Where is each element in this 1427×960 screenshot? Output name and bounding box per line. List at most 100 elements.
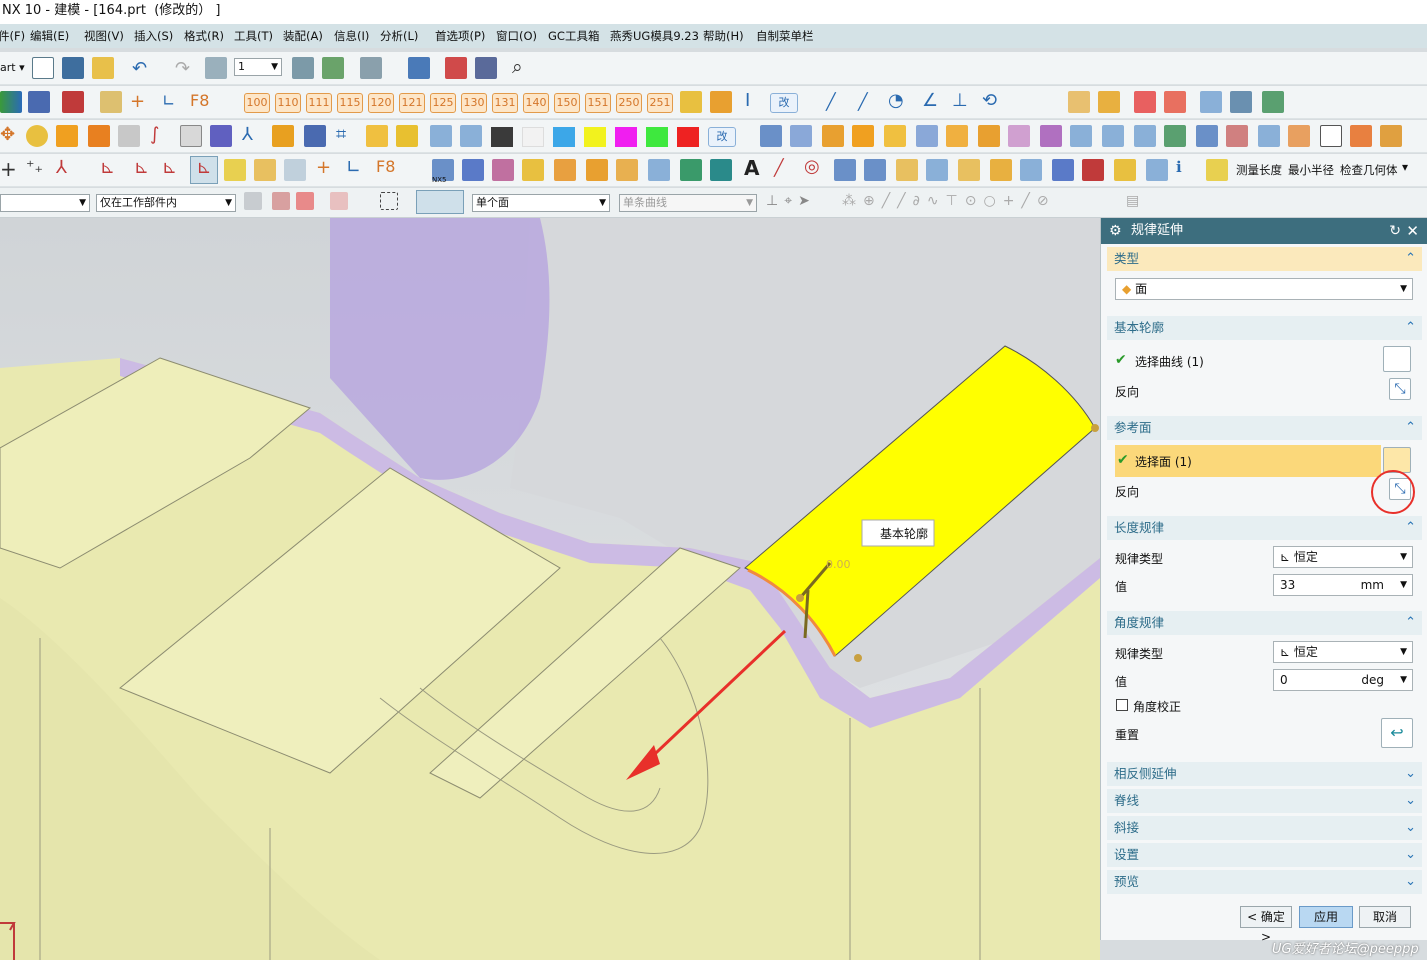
ok-button[interactable]: < 确定 > — [1240, 906, 1292, 944]
bulb-icon[interactable] — [680, 91, 702, 113]
point-set-icon[interactable]: ⁺₊ — [26, 157, 43, 176]
open-folder-icon[interactable] — [92, 57, 114, 79]
grid4-icon[interactable] — [1164, 125, 1186, 147]
snap-grid-icon[interactable]: ▤ — [1126, 193, 1139, 209]
ruler-icon[interactable] — [224, 159, 246, 181]
extrude-icon[interactable] — [822, 125, 844, 147]
measure-icon[interactable] — [1206, 159, 1228, 181]
spine-section-header[interactable]: 脊线 ⌄ — [1107, 789, 1422, 813]
cube5-icon[interactable] — [958, 159, 980, 181]
min-radius-button[interactable]: 最小半径 — [1288, 162, 1334, 178]
color-black-swatch[interactable] — [491, 127, 513, 147]
menu-assembly[interactable]: 装配(A) — [283, 28, 323, 44]
tool2-icon[interactable] — [1380, 125, 1402, 147]
check-geometry-button[interactable]: 检查几何体 — [1340, 162, 1398, 178]
cylinder-icon[interactable] — [790, 125, 812, 147]
boundary-icon[interactable]: ⌗ — [336, 124, 346, 145]
grid5-icon[interactable] — [1196, 125, 1218, 147]
camera2-icon[interactable] — [460, 125, 482, 147]
layer-125-button[interactable]: 125 — [430, 93, 456, 113]
layer-121-button[interactable]: 121 — [399, 93, 425, 113]
model-view[interactable]: 0.00 基本轮廓 — [0, 218, 1100, 960]
book2-icon[interactable] — [834, 159, 856, 181]
layer-250-button[interactable]: 250 — [616, 93, 642, 113]
menu-preferences[interactable]: 首选项(P) — [435, 28, 485, 44]
color-red-swatch[interactable] — [677, 127, 699, 147]
block-blue-icon[interactable] — [462, 159, 484, 181]
angle-unit[interactable]: deg — [1361, 670, 1384, 690]
bulb-all-icon[interactable] — [710, 91, 732, 113]
color-white-swatch[interactable] — [522, 127, 544, 147]
csys-z-icon[interactable]: ⊾ — [162, 157, 177, 178]
grid6-icon[interactable] — [1226, 125, 1248, 147]
layer-move-icon[interactable] — [292, 57, 314, 79]
grid7-icon[interactable] — [1258, 125, 1280, 147]
cube8-icon[interactable] — [1082, 159, 1104, 181]
menu-format[interactable]: 格式(R) — [184, 28, 224, 44]
circle-red-icon[interactable]: ◎ — [804, 156, 820, 177]
component-icon[interactable] — [1262, 91, 1284, 113]
box-icon[interactable] — [366, 125, 388, 147]
datum-icon[interactable]: ⊥ — [952, 90, 968, 111]
csys-origin-icon[interactable]: ⊾ — [134, 157, 149, 178]
csys-icon[interactable]: ∟ — [162, 91, 175, 110]
menu-yanxiu[interactable]: 燕秀UG模具9.23 — [610, 28, 699, 44]
reset-dialog-icon[interactable]: ↻ — [1389, 218, 1401, 244]
type-section-header[interactable]: 类型 ⌃ — [1107, 247, 1422, 271]
book-icon[interactable] — [586, 159, 608, 181]
box2-icon[interactable] — [396, 125, 418, 147]
grid-icon[interactable] — [0, 91, 22, 113]
layer-settings-icon[interactable] — [205, 57, 227, 79]
menu-tools[interactable]: 工具(T) — [234, 28, 273, 44]
point-plus-icon[interactable]: + — [0, 157, 17, 181]
rect2-icon[interactable] — [648, 159, 670, 181]
opposite-extension-section-header[interactable]: 相反侧延伸 ⌄ — [1107, 762, 1422, 786]
csys-red-icon[interactable]: ⊾ — [100, 157, 115, 178]
redo-icon[interactable]: ↷ — [175, 58, 190, 79]
offset-icon[interactable] — [884, 125, 906, 147]
angle-law-section-header[interactable]: 角度规律 ⌃ — [1107, 611, 1422, 635]
rect-icon[interactable] — [616, 159, 638, 181]
layer-120-button[interactable]: 120 — [368, 93, 394, 113]
text-cursor-icon[interactable]: I — [745, 90, 750, 111]
menu-window[interactable]: 窗口(O) — [496, 28, 537, 44]
more-icon[interactable]: ▾ — [1402, 160, 1408, 174]
arc-icon[interactable]: ◔ — [888, 90, 904, 111]
arrow-cube-icon[interactable] — [1146, 159, 1168, 181]
patch-icon[interactable] — [946, 125, 968, 147]
length-value-input[interactable]: 33 mm ▼ — [1273, 574, 1413, 596]
broom-icon[interactable] — [28, 91, 50, 113]
rotate-icon[interactable]: ⟲ — [982, 90, 997, 111]
length-law-type-select[interactable]: ⊾ 恒定 ▼ — [1273, 546, 1413, 568]
flag-icon[interactable] — [896, 159, 918, 181]
tool-icon[interactable] — [1350, 125, 1372, 147]
cancel-button[interactable]: 取消 — [1359, 906, 1411, 928]
layer-130-button[interactable]: 130 — [461, 93, 487, 113]
trim-icon[interactable] — [1134, 91, 1156, 113]
line2-icon[interactable]: ╱ — [858, 92, 868, 111]
trim2-icon[interactable] — [1164, 91, 1186, 113]
info-object-icon[interactable] — [475, 57, 497, 79]
block-grey-icon[interactable] — [118, 125, 140, 147]
line-icon[interactable]: ╱ — [826, 92, 836, 111]
menu-insert[interactable]: 插入(S) — [134, 28, 173, 44]
reset-button[interactable]: ↩ — [1381, 718, 1413, 748]
point2-icon[interactable]: + — [316, 157, 331, 178]
camera-icon[interactable] — [430, 125, 452, 147]
color-yellow-swatch[interactable] — [584, 127, 606, 147]
teal-cube-icon[interactable] — [710, 159, 732, 181]
mesh3-icon[interactable] — [1070, 125, 1092, 147]
warning-icon[interactable] — [554, 159, 576, 181]
csys-active-icon[interactable]: ⊾ — [190, 156, 218, 184]
layer-copy-icon[interactable] — [322, 57, 344, 79]
edit-object-icon[interactable] — [408, 57, 430, 79]
menu-help[interactable]: 帮助(H) — [703, 28, 744, 44]
cloud-icon[interactable] — [1320, 125, 1342, 147]
f8-icon[interactable]: F8 — [190, 91, 209, 110]
mesh-icon[interactable] — [1008, 125, 1030, 147]
block-pink-icon[interactable] — [492, 159, 514, 181]
text-a-icon[interactable]: A — [744, 156, 759, 180]
layer-115-button[interactable]: 115 — [337, 93, 363, 113]
info-icon[interactable]: ℹ — [1176, 158, 1182, 176]
face-icon[interactable] — [88, 125, 110, 147]
